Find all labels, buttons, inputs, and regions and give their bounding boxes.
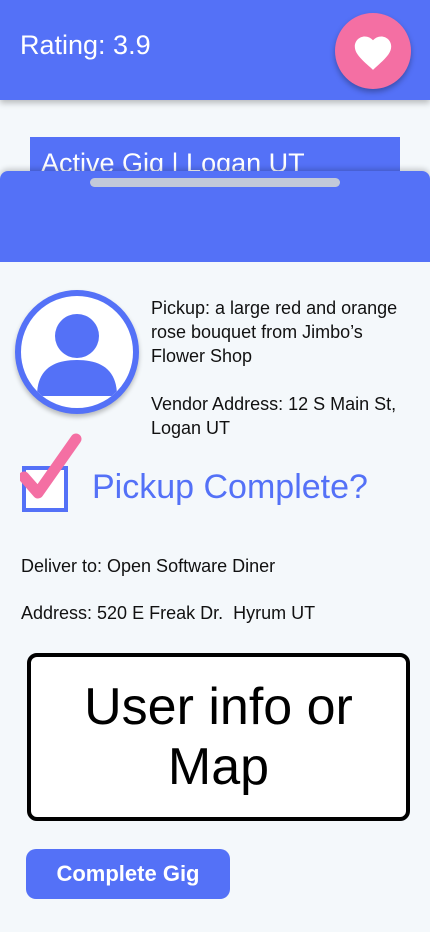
- map-placeholder[interactable]: User info or Map: [27, 653, 410, 821]
- favorite-button[interactable]: [335, 13, 411, 89]
- pickup-complete-label[interactable]: Pickup Complete?: [92, 468, 368, 507]
- delivery-address: Address: 520 E Freak Dr. Hyrum UT: [21, 603, 316, 623]
- map-placeholder-label: User info or Map: [84, 678, 353, 796]
- top-app-bar: Rating: 3.9: [0, 0, 430, 100]
- vendor-address: Vendor Address: 12 S Main St, Logan UT: [151, 394, 397, 438]
- rating-text: Rating: 3.9: [20, 30, 151, 60]
- checkmark-icon: [20, 433, 82, 499]
- user-icon: [37, 314, 117, 396]
- heart-icon: [354, 36, 392, 70]
- gig-details-sheet: Pickup: a large red and orange rose bouq…: [0, 171, 430, 932]
- pickup-description: Pickup: a large red and orange rose bouq…: [151, 298, 398, 366]
- avatar: [15, 290, 139, 414]
- complete-gig-button[interactable]: Complete Gig: [26, 849, 230, 899]
- drag-handle[interactable]: [90, 178, 340, 187]
- deliver-to-text: Deliver to: Open Software Diner: [21, 556, 276, 576]
